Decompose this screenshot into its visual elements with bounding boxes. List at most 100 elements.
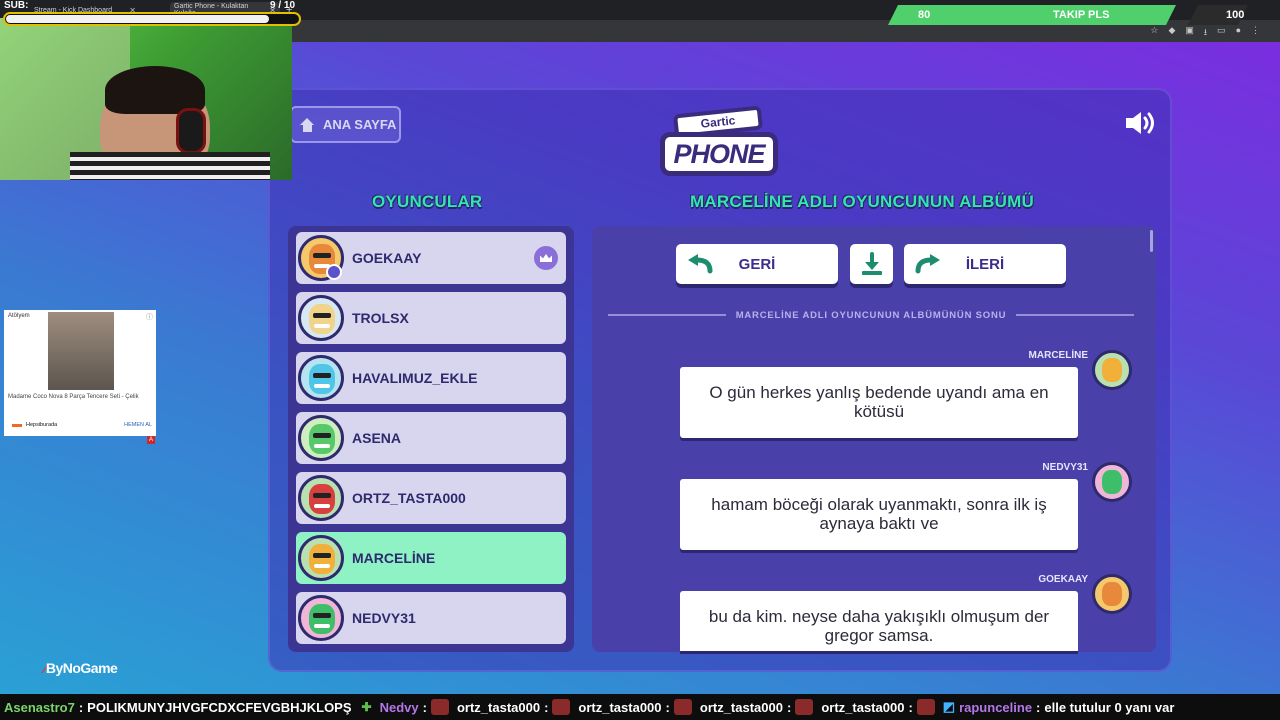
- user-icon: [326, 264, 342, 280]
- back-button-label: GERİ: [738, 255, 776, 273]
- avatar-face: [309, 544, 335, 574]
- player-item-active[interactable]: MARCELİNE: [296, 532, 566, 584]
- follow-goal-current: 80: [918, 9, 931, 21]
- entry-author: GOEKAAY: [1038, 574, 1088, 585]
- puzzle-icon[interactable]: ▣: [1185, 25, 1194, 41]
- chat-message: elle tutulur 0 yanı var: [1044, 699, 1175, 715]
- player-item[interactable]: ORTZ_TASTA000: [296, 472, 566, 524]
- ad-product-image[interactable]: [48, 312, 114, 390]
- chat-sep: :: [665, 699, 670, 715]
- entry-text: bu da kim. neyse daha yakışıklı olmuşum …: [680, 591, 1078, 651]
- sponsor-watermark: ⁄ByNoGame: [44, 660, 118, 676]
- sub-goal-count: 9 / 10: [270, 0, 296, 11]
- sidebar-icon[interactable]: ▭: [1217, 25, 1226, 41]
- player-name: ORTZ_TASTA000: [352, 490, 466, 506]
- profile-icon[interactable]: ●: [1236, 25, 1241, 41]
- kick-icon: ◩: [942, 699, 956, 714]
- chat-message: POLIKMUNYJHVGFCDXCFEVGBHJKLOPŞ: [87, 699, 352, 715]
- ad-banner[interactable]: Atölyem ⓘ Madame Coco Nova 8 Parça Tence…: [4, 310, 156, 436]
- player-item[interactable]: TROLSX: [296, 292, 566, 344]
- album-title: MARCELİNE ADLI OYUNCUNUN ALBÜMÜ: [690, 192, 1034, 211]
- avatar-face: [1102, 470, 1122, 494]
- chat-sep: :: [422, 699, 427, 715]
- streamer-hair: [105, 66, 205, 114]
- entry-avatar: [1092, 462, 1132, 502]
- streamer-shirt: [70, 152, 270, 180]
- ad-cta-button[interactable]: HEMEN AL: [124, 422, 152, 428]
- home-button-label: ANA SAYFA: [323, 117, 397, 132]
- avatar-eyes: [313, 373, 331, 378]
- entry-text: O gün herkes yanlış bedende uyandı ama e…: [680, 367, 1078, 438]
- next-button[interactable]: İLERİ: [904, 244, 1066, 284]
- album-end-divider: MARCELİNE ADLI OYUNCUNUN ALBÜMÜNÜN SONU: [608, 308, 1134, 322]
- avatar-mouth: [314, 564, 330, 568]
- follow-goal-bar: 80 TAKIP PLS 100: [888, 5, 1248, 25]
- emote-icon: [795, 699, 814, 715]
- sub-goal-bar: [3, 12, 301, 26]
- sound-icon[interactable]: [1124, 110, 1158, 136]
- shop-logo-icon: [12, 424, 22, 427]
- download-button[interactable]: [850, 244, 893, 284]
- chat-sep: :: [1036, 699, 1041, 715]
- chat-user: ortz_tasta000: [699, 699, 783, 715]
- avatar-face: [1102, 358, 1122, 382]
- ad-title[interactable]: Madame Coco Nova 8 Parça Tencere Seti - …: [8, 394, 148, 401]
- avatar-face: [309, 484, 335, 514]
- extension-icon[interactable]: ◆: [1168, 25, 1175, 41]
- home-button[interactable]: ANA SAYFA: [290, 106, 401, 143]
- ad-shop: Hepsiburada: [26, 422, 58, 428]
- avatar-eyes: [313, 493, 331, 498]
- webcam-feed: [0, 18, 292, 180]
- player-name: HAVALIMUZ_EKLE: [352, 370, 478, 386]
- album-panel: [592, 226, 1156, 652]
- entry-text: hamam böceği olarak uyanmaktı, sonra ilk…: [680, 479, 1078, 550]
- avatar: [298, 475, 344, 521]
- avatar-eyes: [313, 613, 331, 618]
- follow-goal-fill: [888, 5, 1176, 25]
- entry-avatar: [1092, 574, 1132, 614]
- entry-author: MARCELİNE: [1028, 350, 1088, 361]
- menu-icon[interactable]: ⋮: [1251, 25, 1260, 41]
- ad-info-icon[interactable]: ⓘ: [146, 312, 153, 322]
- avatar-eyes: [313, 553, 331, 558]
- player-item[interactable]: ASENA: [296, 412, 566, 464]
- chat-user: rapunceline: [959, 699, 1033, 715]
- player-name: NEDVY31: [352, 610, 416, 626]
- album-scrollbar[interactable]: [1150, 230, 1153, 252]
- avatar-eyes: [313, 313, 331, 318]
- back-button[interactable]: GERİ: [676, 244, 838, 284]
- sub-goal-label: SUB:: [4, 0, 29, 11]
- chat-user: ortz_tasta000: [578, 699, 662, 715]
- emote-icon: [673, 699, 692, 715]
- avatar: [298, 535, 344, 581]
- star-icon[interactable]: ☆: [1150, 25, 1158, 41]
- download-icon[interactable]: ⭳: [1204, 25, 1207, 41]
- avatar-mouth: [314, 444, 330, 448]
- entry-avatar: [1092, 350, 1132, 390]
- player-name: ASENA: [352, 430, 402, 446]
- follow-goal-target: 100: [1226, 9, 1245, 21]
- headset: [176, 108, 206, 154]
- chat-user: Nedvy: [379, 699, 419, 715]
- player-item[interactable]: NEDVY31: [296, 592, 566, 644]
- avatar-mouth: [314, 324, 330, 328]
- avatar-mouth: [314, 384, 330, 388]
- chat-sep: :: [786, 699, 792, 715]
- divider-line: [608, 314, 726, 316]
- emote-icon: [430, 699, 449, 715]
- chat-user: ortz_tasta000: [821, 699, 905, 715]
- player-item[interactable]: HAVALIMUZ_EKLE: [296, 352, 566, 404]
- toolbar-icons: ☆ ◆ ▣ ⭳ ▭ ● ⋮: [1150, 25, 1260, 41]
- player-item[interactable]: GOEKAAY: [296, 232, 566, 284]
- emote-icon: [916, 699, 935, 715]
- avatar-mouth: [314, 624, 330, 628]
- chat-sep: :: [78, 699, 84, 715]
- avatar-face: [309, 604, 335, 634]
- avatar: [298, 415, 344, 461]
- download-album-icon: [861, 252, 882, 275]
- avatar-face: [1102, 582, 1122, 606]
- avatar-eyes: [313, 253, 331, 258]
- gartic-phone-logo: Gartic PHONE: [656, 104, 782, 182]
- avatar: [298, 355, 344, 401]
- entry-author: NEDVY31: [1042, 462, 1088, 473]
